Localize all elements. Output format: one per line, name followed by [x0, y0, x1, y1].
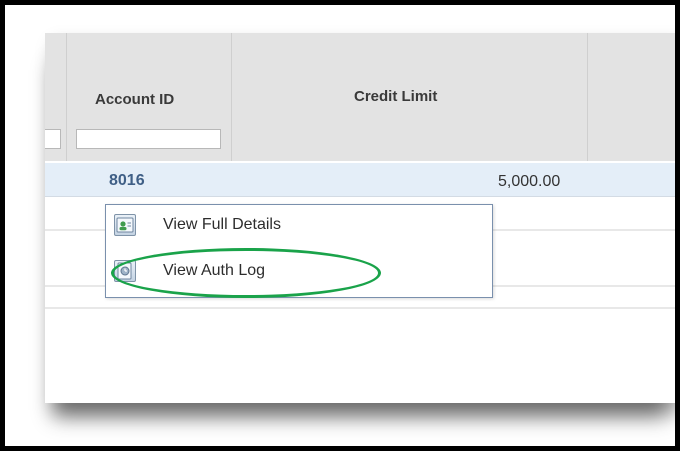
- column-header-credit-limit[interactable]: Credit Limit: [232, 33, 588, 161]
- user-card-icon: [114, 214, 136, 236]
- screenshot-frame: Account ID Credit Limit 8016 5,000.00 Vi…: [0, 0, 680, 451]
- menu-item-view-full-details[interactable]: View Full Details: [106, 210, 491, 240]
- column-header-account-id[interactable]: Account ID: [67, 33, 232, 161]
- account-id-cell[interactable]: 8016: [109, 172, 145, 190]
- menu-item-label: View Full Details: [163, 216, 281, 233]
- column-header-label: Account ID: [95, 91, 175, 108]
- filter-input-partial[interactable]: [45, 129, 61, 149]
- account-id-filter-input[interactable]: [76, 129, 221, 149]
- row-divider: [45, 307, 675, 309]
- table-row[interactable]: 8016 5,000.00: [45, 163, 675, 197]
- highlight-ellipse-annotation: [111, 248, 381, 298]
- column-header-partial[interactable]: [45, 33, 67, 161]
- credit-limit-cell: 5,000.00: [498, 173, 561, 190]
- column-header-label: Credit Limit: [354, 88, 438, 105]
- column-header-empty[interactable]: [588, 33, 675, 161]
